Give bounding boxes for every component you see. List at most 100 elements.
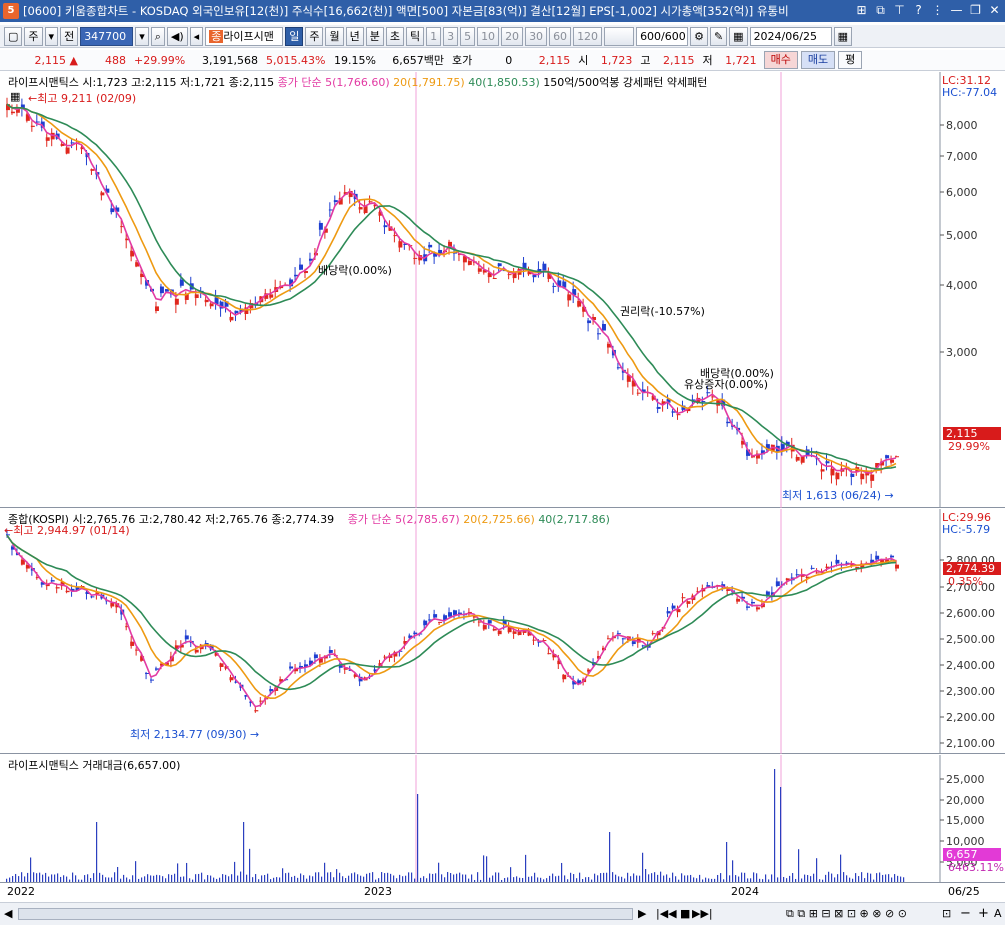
stock-code-input[interactable]: 347700: [80, 26, 134, 46]
candle-body: [621, 638, 626, 640]
num-1[interactable]: 1: [426, 26, 442, 46]
calendar-icon[interactable]: ▦: [729, 26, 748, 46]
candle-body: [587, 320, 592, 324]
volume-bar: [609, 832, 611, 882]
change-percent: +29.99%: [134, 53, 186, 67]
zoom-in-icon[interactable]: +: [978, 906, 989, 921]
volume-bar: [222, 874, 224, 882]
period-year[interactable]: 년: [345, 26, 364, 46]
num-30[interactable]: 30: [525, 26, 548, 46]
period-minute[interactable]: 분: [365, 26, 384, 46]
y-tick-label-4: 2,400.00: [946, 659, 995, 672]
nav-stop-icon[interactable]: ■: [680, 907, 690, 920]
volume-bar: [807, 874, 809, 882]
volume-bar: [429, 873, 431, 882]
volume-bar: [174, 873, 176, 882]
num-10[interactable]: 10: [477, 26, 500, 46]
x-label-2022: 2022: [7, 885, 35, 898]
volume-bar: [135, 861, 137, 882]
tool-icon[interactable]: ⚙: [690, 26, 708, 46]
up-arrow-icon: ▲: [69, 53, 78, 67]
date-picker-icon[interactable]: ▦: [833, 26, 852, 46]
num-20[interactable]: 20: [501, 26, 524, 46]
pin-icon[interactable]: ⊤: [891, 2, 908, 19]
volume-bar: [453, 874, 455, 882]
period-month[interactable]: 월: [325, 26, 344, 46]
volume-bar: [441, 874, 443, 882]
zoom-out-icon[interactable]: −: [960, 906, 971, 921]
kospi-chart-svg[interactable]: 2,800.002,700.002,600.002,500.002,400.00…: [0, 509, 1005, 754]
sell-button[interactable]: 매도: [800, 51, 836, 69]
buy-button[interactable]: 매수: [763, 51, 798, 69]
trade-value-svg[interactable]: 25,00020,00015,00010,0005,000: [0, 755, 1005, 882]
num-60[interactable]: 60: [549, 26, 572, 46]
market-select[interactable]: 주: [24, 26, 43, 46]
layout-icons[interactable]: ⧉ ⧉ ⊞ ⊟ ⊠ ⊡ ⊕ ⊗ ⊘ ⊙: [786, 907, 907, 921]
minimize-icon[interactable]: —: [948, 2, 965, 19]
zoom-reset-icon[interactable]: ⊡: [942, 907, 951, 920]
table-icon[interactable]: ▦: [10, 90, 20, 103]
more-icon[interactable]: ⋮: [929, 2, 946, 19]
price-chart-svg[interactable]: 8,000 7,000 6,000 5,000 4,000 3,000: [0, 72, 1005, 508]
candle-body: [45, 137, 50, 141]
sound-icon[interactable]: ◀): [166, 26, 188, 46]
close-icon[interactable]: ✕: [986, 2, 1003, 19]
ma40-label: 40(1,850.53): [468, 76, 540, 89]
kospi-chart-pane[interactable]: 2,800.00 2,700.00 2,600.00 2,500.00 2,400.00…: [0, 509, 1005, 754]
nav-last-icon[interactable]: ▶▶|: [692, 907, 713, 920]
volume-bar: [606, 872, 608, 882]
volume-bar: [735, 875, 737, 882]
y-tick-label-3: 2,500.00: [946, 633, 995, 646]
volume-bar: [303, 875, 305, 882]
candle-body: [150, 679, 154, 681]
scrollbar-track[interactable]: [18, 908, 633, 920]
period-week[interactable]: 주: [305, 26, 324, 46]
volume-bar: [114, 872, 116, 882]
volume-bar: [870, 873, 872, 882]
help-icon[interactable]: ?: [910, 2, 927, 19]
volume-bar: [603, 872, 605, 882]
flat-button[interactable]: 평: [838, 51, 863, 69]
link-icon[interactable]: ⊞: [853, 2, 870, 19]
all-button[interactable]: 전: [60, 26, 79, 46]
pattern2-label: 약세패턴: [666, 76, 708, 89]
volume-bar: [240, 871, 242, 882]
stock-name[interactable]: 종 라이프시맨: [205, 26, 284, 46]
market-dropdown-icon[interactable]: ▾: [44, 26, 59, 46]
candle-body: [194, 294, 199, 299]
volume-bar: [666, 874, 668, 882]
candle-body: [870, 474, 875, 481]
search-icon[interactable]: ⌕: [150, 26, 165, 46]
volume-bar: [87, 874, 89, 882]
num-3[interactable]: 3: [443, 26, 459, 46]
count-input[interactable]: 600/600: [636, 26, 689, 46]
hoga-price: 2,115: [538, 53, 571, 67]
code-dropdown-icon[interactable]: ▾: [135, 26, 149, 46]
custom-period-input[interactable]: [604, 26, 635, 46]
candle-body: [179, 279, 184, 286]
prev-icon[interactable]: ◂: [189, 26, 204, 46]
copy-icon[interactable]: ⧉: [872, 2, 889, 19]
period-second[interactable]: 초: [385, 26, 404, 46]
volume-bar: [825, 874, 827, 882]
volume-bar: [339, 872, 341, 882]
font-icon[interactable]: A: [994, 907, 1002, 920]
restore-icon[interactable]: ❐: [967, 2, 984, 19]
date-input[interactable]: 2024/06/25: [749, 26, 832, 46]
price-chart-pane[interactable]: 8,000 7,000 6,000 5,000 4,000 3,000 라이프시맨틱스 시…: [0, 72, 1005, 508]
candle-body: [90, 169, 95, 171]
period-tick[interactable]: 틱: [405, 26, 425, 46]
draw-icon[interactable]: ✎: [709, 26, 728, 46]
volume-bar: [894, 874, 896, 882]
scroll-left-icon[interactable]: ◀: [4, 907, 12, 920]
candle-body: [328, 649, 333, 653]
num-120[interactable]: 120: [573, 26, 603, 46]
trade-value-pane[interactable]: 25,000 20,000 15,000 10,000 5,000 라이프시맨틱스 거래…: [0, 755, 1005, 882]
window-icon[interactable]: ▢: [4, 26, 23, 46]
num-5[interactable]: 5: [460, 26, 476, 46]
volume-bar: [816, 858, 818, 882]
period-day[interactable]: 일: [285, 26, 304, 46]
nav-first-icon[interactable]: |◀◀: [656, 907, 677, 920]
candle-body: [631, 641, 636, 645]
scroll-right-icon[interactable]: ▶: [638, 907, 646, 920]
